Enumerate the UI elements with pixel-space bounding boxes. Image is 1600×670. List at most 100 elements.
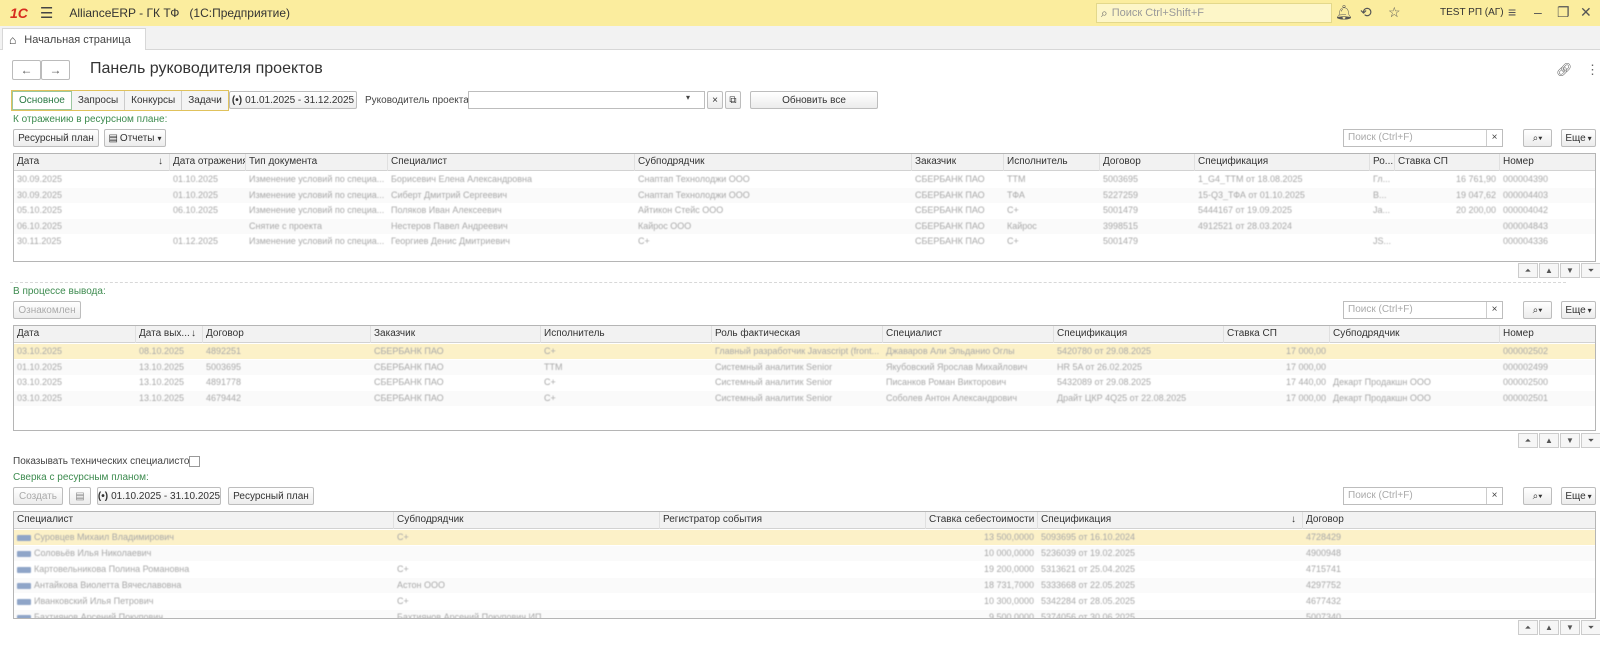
last-row-button[interactable]: ⏷ <box>1581 433 1600 448</box>
first-row-button[interactable]: ⏶ <box>1518 433 1538 448</box>
g2-more-button[interactable]: Еще ▾ <box>1561 301 1596 319</box>
dropdown-icon[interactable]: ▾ <box>686 93 690 102</box>
main-menu-icon[interactable]: ☰ <box>40 4 53 22</box>
g1-search-input[interactable]: Поиск (Ctrl+F) × <box>1343 129 1503 147</box>
next-row-button[interactable]: ▼ <box>1560 620 1580 635</box>
manager-input[interactable]: ▾ <box>468 91 705 109</box>
table-row[interactable]: 05.10.2025 06.10.2025 Изменение условий по… <box>14 203 1595 218</box>
table-row[interactable]: Соловьёв Илья Николаевич 10 000,0000 52360… <box>14 546 1595 561</box>
g3-resource-plan-button[interactable]: Ресурсный план <box>228 487 314 505</box>
g1-col-header[interactable]: Спецификация <box>1195 154 1370 171</box>
reports-button[interactable]: ▤ Отчеты ▾ <box>104 129 166 147</box>
user-name[interactable]: TEST РП (АГ) <box>1440 7 1504 18</box>
table-row[interactable]: Суровцев Михаил Владимирович С+ 13 500,000… <box>14 530 1595 545</box>
g1-col-header[interactable]: Номер <box>1500 154 1595 171</box>
clear-manager-button[interactable]: × <box>707 91 723 109</box>
g3-col-header[interactable]: Регистратор события <box>660 512 926 529</box>
g2-col-header[interactable]: Спецификация <box>1054 326 1224 343</box>
g1-col-header[interactable]: Заказчик <box>912 154 1004 171</box>
more-vert-icon[interactable]: ⋮ <box>1586 62 1599 78</box>
acknowledged-button[interactable]: Ознакомлен <box>13 301 81 319</box>
first-row-button[interactable]: ⏶ <box>1518 620 1538 635</box>
table-row[interactable]: 30.09.2025 01.10.2025 Изменение условий по… <box>14 187 1595 203</box>
g2-col-header[interactable]: Номер <box>1500 326 1595 343</box>
g2-col-header[interactable]: Субподрядчик <box>1330 326 1500 343</box>
settings-icon[interactable]: ≡ <box>1508 4 1516 20</box>
g2-col-header[interactable]: Ставка СП <box>1224 326 1330 343</box>
g1-col-header[interactable]: Договор <box>1100 154 1195 171</box>
table-row[interactable]: Бахтиянов Арсений Покупович Бахтиянов Арс… <box>14 610 1595 618</box>
clear-icon[interactable]: × <box>1486 488 1502 504</box>
g1-col-header[interactable]: Исполнитель <box>1004 154 1100 171</box>
table-row[interactable]: 01.10.2025 13.10.2025 5003695 СБЕРБАНК ПАО Т… <box>14 359 1595 375</box>
tab-home[interactable]: ⌂ Начальная страница <box>2 28 146 50</box>
restore-icon[interactable]: ❐ <box>1557 4 1570 21</box>
g1-more-button[interactable]: Еще ▾ <box>1561 129 1596 147</box>
g1-col-header[interactable]: Дата отражения <box>170 154 246 171</box>
g1-col-header[interactable]: Ставка СП <box>1395 154 1500 171</box>
last-row-button[interactable]: ⏷ <box>1581 263 1600 278</box>
resource-plan-button[interactable]: Ресурсный план <box>13 129 99 147</box>
table-row[interactable]: 30.09.2025 01.10.2025 Изменение условий по… <box>14 172 1595 187</box>
prev-row-button[interactable]: ▲ <box>1539 263 1559 278</box>
create-button[interactable]: Создать <box>13 487 63 505</box>
g1-search-button[interactable]: ⌕▾ <box>1523 129 1552 147</box>
clear-icon[interactable]: × <box>1486 302 1502 318</box>
next-row-button[interactable]: ▼ <box>1560 433 1580 448</box>
g1-col-header[interactable]: Дата ↓ <box>14 154 170 171</box>
last-row-button[interactable]: ⏷ <box>1581 620 1600 635</box>
g3-col-header[interactable]: Специалист <box>14 512 394 529</box>
g2-col-header[interactable]: Исполнитель <box>541 326 712 343</box>
g2-col-header[interactable]: Специалист <box>883 326 1054 343</box>
table-row[interactable]: 03.10.2025 13.10.2025 4679442 СБЕРБАНК ПАО С… <box>14 390 1595 406</box>
prev-row-button[interactable]: ▲ <box>1539 433 1559 448</box>
period-field[interactable]: (•) 01.01.2025 - 31.12.2025 <box>229 91 357 109</box>
table-row[interactable]: Картовельникова Полина Романовна С+ 19 200… <box>14 562 1595 577</box>
history-icon[interactable]: ⟲ <box>1360 4 1372 21</box>
table-row[interactable]: 03.10.2025 08.10.2025 4892251 СБЕРБАНК ПАО С… <box>14 344 1595 359</box>
g3-search-button[interactable]: ⌕▾ <box>1523 487 1552 505</box>
link-icon[interactable]: 🔗︎ <box>1556 62 1573 78</box>
table-row[interactable]: Антайкова Виолетта Вячеславовна Астон ООО… <box>14 578 1595 593</box>
g2-search-button[interactable]: ⌕▾ <box>1523 301 1552 319</box>
g3-col-header[interactable]: Договор <box>1303 512 1595 529</box>
g3-search-input[interactable]: Поиск (Ctrl+F) × <box>1343 487 1503 505</box>
g2-col-header[interactable]: Роль фактическая <box>712 326 883 343</box>
g1-col-header[interactable]: Ро... <box>1370 154 1395 171</box>
g3-more-button[interactable]: Еще ▾ <box>1561 487 1596 505</box>
bell-icon[interactable]: 🔔︎ <box>1335 4 1353 21</box>
g1-col-header[interactable]: Тип документа <box>246 154 388 171</box>
print-button[interactable]: ▤ <box>69 487 91 505</box>
prev-row-button[interactable]: ▲ <box>1539 620 1559 635</box>
first-row-button[interactable]: ⏶ <box>1518 263 1538 278</box>
g1-col-header[interactable]: Субподрядчик <box>635 154 912 171</box>
g2-col-header[interactable]: Договор <box>203 326 371 343</box>
g2-col-header[interactable]: Дата вых... ↓ <box>136 326 203 343</box>
tech-specialists-checkbox[interactable] <box>189 456 200 467</box>
close-icon[interactable]: ✕ <box>1580 4 1592 21</box>
next-row-button[interactable]: ▼ <box>1560 263 1580 278</box>
section-main[interactable]: Основное <box>12 91 72 110</box>
clear-icon[interactable]: × <box>1486 130 1502 146</box>
section-tenders[interactable]: Конкурсы <box>125 91 183 110</box>
section-tasks[interactable]: Задачи <box>182 91 228 110</box>
g3-col-header[interactable]: Спецификация ↓ <box>1038 512 1303 529</box>
open-manager-button[interactable]: ⧉ <box>725 91 741 109</box>
refresh-all-button[interactable]: Обновить все <box>750 91 878 109</box>
star-icon[interactable]: ☆ <box>1388 4 1401 21</box>
table-row[interactable]: 03.10.2025 13.10.2025 4891778 СБЕРБАНК ПАО С… <box>14 375 1595 390</box>
g3-col-header[interactable]: Субподрядчик <box>394 512 660 529</box>
g1-col-header[interactable]: Специалист <box>388 154 635 171</box>
forward-button[interactable]: → <box>41 60 70 80</box>
global-search-input[interactable]: ⌕ Поиск Ctrl+Shift+F <box>1096 3 1332 23</box>
g2-search-input[interactable]: Поиск (Ctrl+F) × <box>1343 301 1503 319</box>
table-row[interactable]: 30.11.2025 01.12.2025 Изменение условий по… <box>14 234 1595 249</box>
back-button[interactable]: ← <box>12 60 41 80</box>
section-requests[interactable]: Запросы <box>71 91 126 110</box>
g3-col-header[interactable]: Ставка себестоимости <box>926 512 1038 529</box>
g3-period-field[interactable]: (•) 01.10.2025 - 31.10.2025 <box>97 487 221 505</box>
table-row[interactable]: 06.10.2025 Снятие с проекта Нестеров Павел… <box>14 218 1595 234</box>
g2-col-header[interactable]: Дата <box>14 326 136 343</box>
table-row[interactable]: Иванковский Илья Петрович С+ 10 300,0000 53… <box>14 594 1595 609</box>
minimize-icon[interactable]: – <box>1534 4 1542 20</box>
